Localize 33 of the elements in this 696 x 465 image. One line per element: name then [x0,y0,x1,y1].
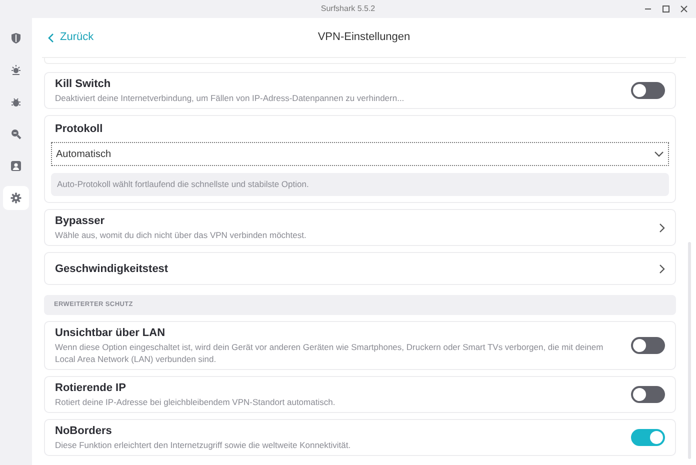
toggle-switch[interactable] [631,386,665,403]
setting-title: Unsichtbar über LAN [55,326,166,340]
toggle-switch[interactable] [631,337,665,354]
setting-title: Rotierende IP [55,381,127,395]
setting-description: Wähle aus, womit du dich nicht über das VPN verbinden möchtest. [55,229,308,241]
search-icon [10,128,22,140]
toggle-switch[interactable] [631,82,665,99]
setting-title: Bypasser [55,214,106,228]
setting-title: Geschwindigkeitstest [55,262,170,276]
page-title: VPN-Einstellungen [318,30,410,46]
chevron-left-icon [48,32,54,42]
setting-card[interactable]: Bypasser Wähle aus, womit du dich nicht über das VPN verbinden möchtest. [44,209,676,246]
person-icon [10,160,22,172]
setting-title: Protokoll [55,122,104,136]
setting-title: NoBorders [55,424,113,438]
setting-card[interactable]: Geschwindigkeitstest [44,252,676,285]
hint-text: Auto-Protokoll wählt fortlaufend die schnellste und stabilste Option. [51,173,669,196]
chevron-right-icon [659,222,665,232]
setting-description: Wenn diese Option eingeschaltet ist, wird dein Gerät vor anderen Geräten wie Smartphones, Druckern oder Smart TVs verborgen, die mit deinem Local Area Network (LAN) verbunden sind. [55,341,604,365]
window-title: Surfshark 5.5.2 [320,3,376,15]
chevron-right-icon [659,264,665,274]
setting-description: Rotiert deine IP-Adresse bei gleichbleibendem VPN-Standort automatisch. [55,396,336,408]
close-icon[interactable] [680,5,688,13]
maximize-icon[interactable] [662,5,670,13]
setting-description: Diese Funktion erleichtert den Internetzugriff sowie die weltweite Konnektivität. [55,439,352,451]
toggle-switch[interactable] [631,429,665,446]
setting-description: Deaktiviert deine Internetverbindung, um Fällen von IP-Adress-Datenpannen zu verhindern... [55,92,406,104]
setting-title: Kill Switch [55,77,112,91]
shield-icon [10,32,22,44]
settings-icon [10,192,22,204]
sidebar-item[interactable] [3,186,29,210]
protocol-dropdown[interactable]: Automatisch [51,142,669,166]
chevron-down-icon [654,151,664,157]
